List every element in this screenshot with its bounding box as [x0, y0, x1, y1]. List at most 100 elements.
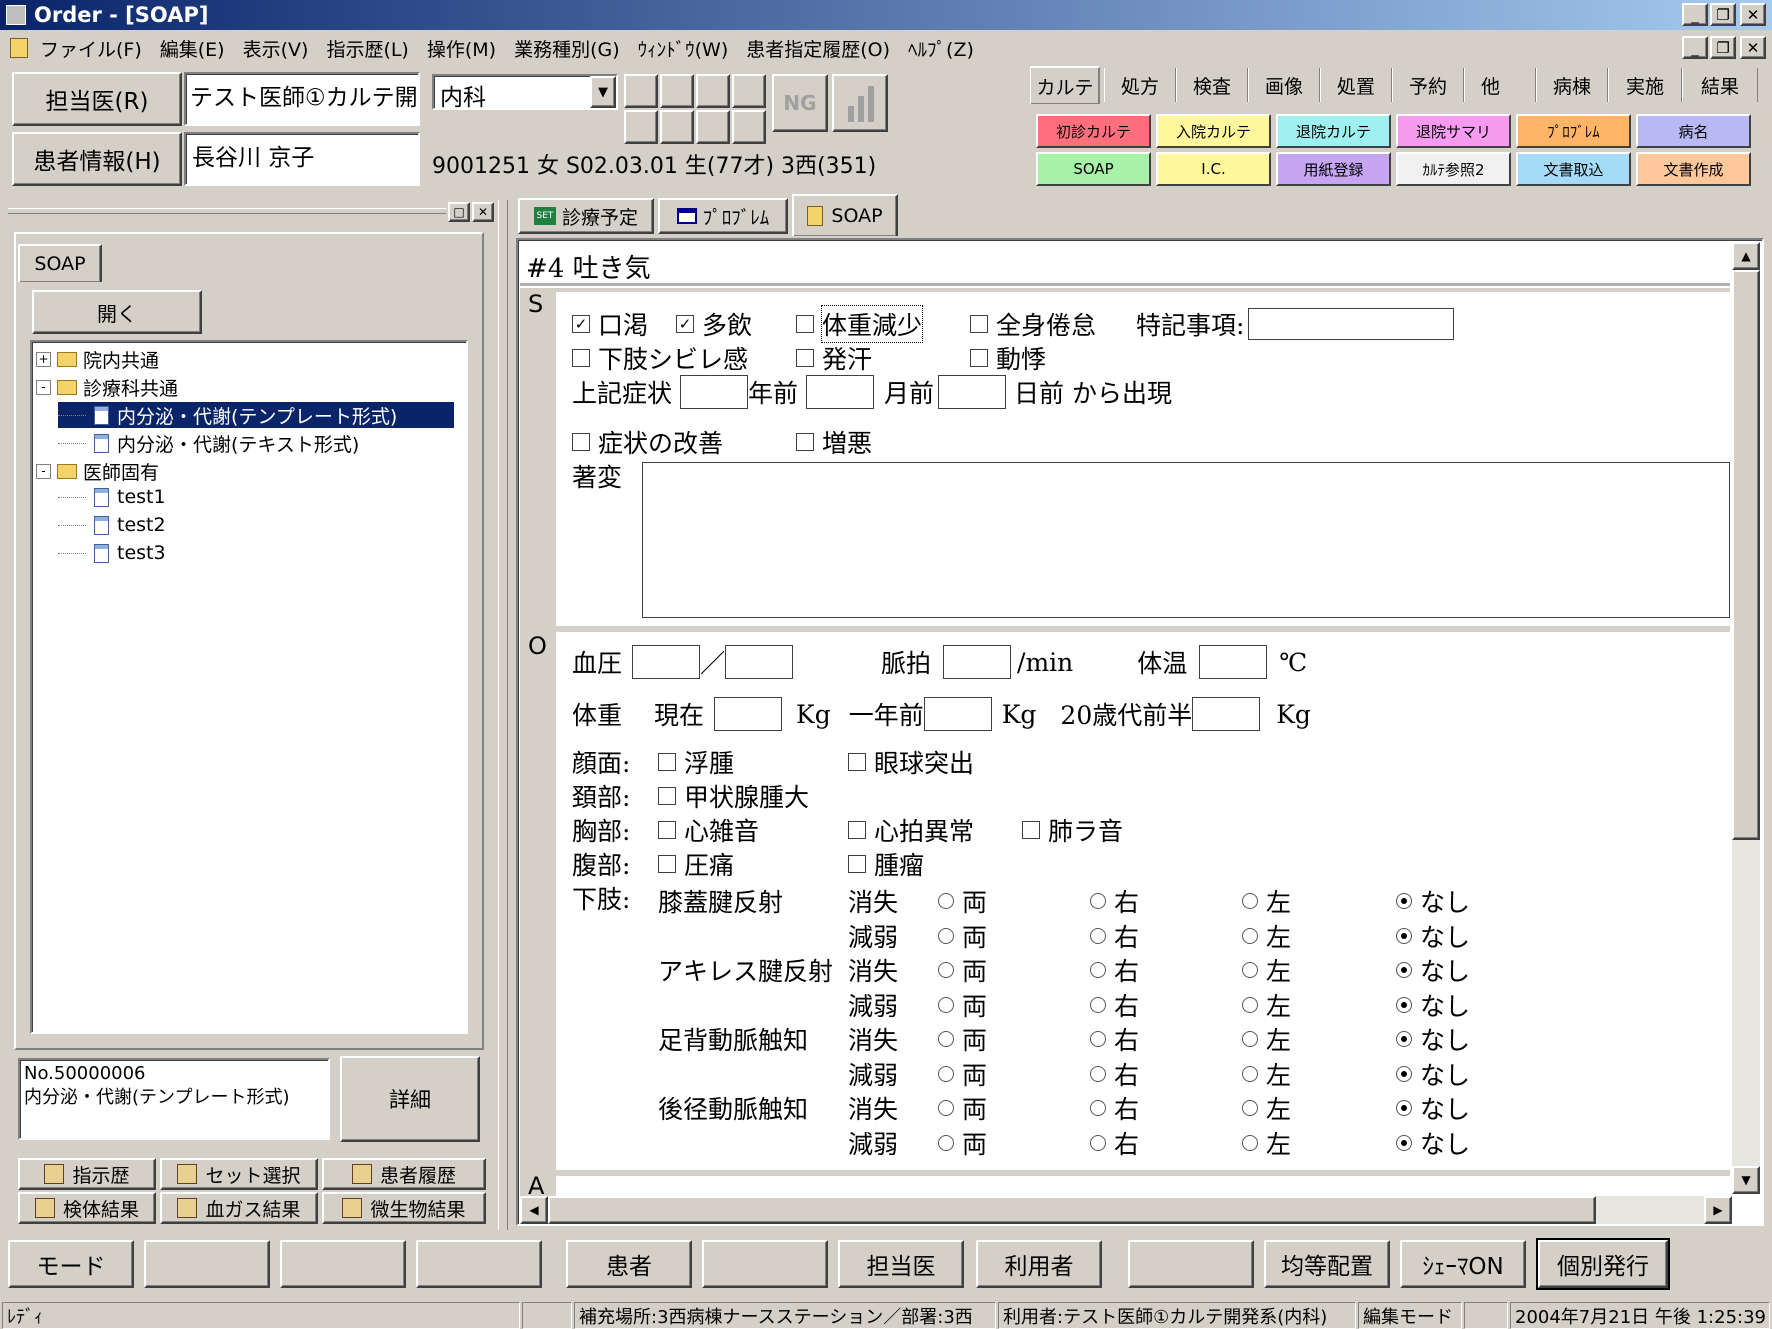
mdi-restore-button[interactable]: ❐	[1710, 36, 1736, 59]
toolbar-cell[interactable]	[660, 74, 694, 108]
left-button-blood-gas[interactable]: 血ガス結果	[160, 1192, 318, 1224]
panel-float-button[interactable]: □	[448, 202, 470, 222]
onset-years-input[interactable]	[680, 375, 749, 409]
radio-option[interactable]: 左	[1242, 1024, 1291, 1055]
radio-option[interactable]: 右	[1090, 1024, 1139, 1055]
expander-icon[interactable]: +	[36, 352, 51, 367]
radio-option[interactable]: 右	[1090, 921, 1139, 952]
radio-option[interactable]: 左	[1242, 886, 1291, 917]
open-button[interactable]: 開く	[32, 290, 202, 334]
radio-option[interactable]: なし	[1396, 1059, 1470, 1090]
function-button-7[interactable]: 担当医	[838, 1240, 964, 1288]
patient-name-field[interactable]: 長谷川 京子	[184, 132, 420, 186]
radio-option[interactable]: 両	[938, 955, 987, 986]
check-thirst[interactable]: ✓ 口渇	[572, 306, 676, 342]
tab-soap-left[interactable]: SOAP	[18, 244, 102, 282]
menu-file[interactable]: ファイル(F)	[40, 35, 142, 62]
karte-button-9[interactable]: ｶﾙﾃ参照2	[1396, 152, 1511, 186]
check-mass[interactable]: 腫瘤	[848, 846, 924, 882]
menu-window[interactable]: ｳｨﾝﾄﾞｳ(W)	[638, 35, 729, 62]
karte-button-5[interactable]: 病名	[1636, 114, 1751, 148]
chart-icon[interactable]	[832, 74, 888, 132]
karte-button-8[interactable]: 用紙登録	[1276, 152, 1391, 186]
tree-item[interactable]: - 診療科共通	[36, 374, 178, 401]
tab-other[interactable]: 他	[1464, 68, 1536, 102]
radio-option[interactable]: 両	[938, 990, 987, 1021]
left-button-specimen[interactable]: 検体結果	[18, 1192, 156, 1224]
scroll-right-button[interactable]: ▶	[1704, 1196, 1732, 1224]
radio-option[interactable]: 左	[1242, 955, 1291, 986]
karte-button-10[interactable]: 文書取込	[1516, 152, 1631, 186]
karte-button-0[interactable]: 初診カルテ	[1036, 114, 1151, 148]
radio-option[interactable]: 右	[1090, 886, 1139, 917]
left-button-clipboard[interactable]: 指示歴	[18, 1158, 156, 1190]
radio-option[interactable]: 左	[1242, 1059, 1291, 1090]
karte-button-4[interactable]: ﾌﾟﾛﾌﾞﾚﾑ	[1516, 114, 1631, 148]
toolbar-cell[interactable]	[624, 74, 658, 108]
tab-ward[interactable]: 病棟	[1536, 68, 1608, 102]
weight-20s-input[interactable]	[1192, 697, 1261, 731]
function-button-8[interactable]: 利用者	[976, 1240, 1102, 1288]
toolbar-cell[interactable]	[696, 110, 730, 144]
menu-history[interactable]: 指示歴(L)	[326, 35, 408, 62]
menu-patient-history[interactable]: 患者指定履歴(O)	[746, 35, 890, 62]
karte-button-1[interactable]: 入院カルテ	[1156, 114, 1271, 148]
menu-operation[interactable]: 操作(M)	[427, 35, 496, 62]
minimize-button[interactable]: _	[1682, 3, 1708, 26]
radio-option[interactable]: 右	[1090, 955, 1139, 986]
close-button[interactable]: ✕	[1740, 3, 1766, 26]
check-leg-numbness[interactable]: 下肢シビレ感	[572, 340, 796, 376]
tab-exam[interactable]: 検査	[1176, 68, 1248, 102]
tab-done[interactable]: 実施	[1608, 68, 1682, 102]
menu-edit[interactable]: 編集(E)	[160, 35, 225, 62]
check-sweating[interactable]: 発汗	[796, 340, 970, 376]
karte-button-6[interactable]: SOAP	[1036, 152, 1151, 186]
bp-systolic-input[interactable]	[632, 645, 701, 679]
onset-months-input[interactable]	[806, 375, 875, 409]
karte-button-11[interactable]: 文書作成	[1636, 152, 1751, 186]
radio-option[interactable]: 右	[1090, 990, 1139, 1021]
toolbar-cell[interactable]	[732, 110, 766, 144]
restore-button[interactable]: ❐	[1710, 3, 1736, 26]
radio-option[interactable]: なし	[1396, 886, 1470, 917]
patient-info-button[interactable]: 患者情報(H)	[12, 132, 182, 186]
check-goiter[interactable]: 甲状腺腫大	[658, 778, 809, 814]
detail-button[interactable]: 詳細	[340, 1056, 480, 1142]
tab-image[interactable]: 画像	[1248, 68, 1320, 102]
radio-option[interactable]: なし	[1396, 990, 1470, 1021]
check-edema[interactable]: 浮腫	[658, 744, 848, 780]
function-button-6[interactable]	[702, 1240, 828, 1288]
function-button-5[interactable]: 患者	[566, 1240, 692, 1288]
karte-button-2[interactable]: 退院カルテ	[1276, 114, 1391, 148]
onset-days-input[interactable]	[938, 375, 1007, 409]
radio-option[interactable]: なし	[1396, 955, 1470, 986]
tab-prescription[interactable]: 処方	[1104, 68, 1176, 102]
weight-now-input[interactable]	[714, 697, 783, 731]
tree-item[interactable]: + 院内共通	[36, 346, 159, 373]
check-exophthalmos[interactable]: 眼球突出	[848, 744, 974, 780]
remarks-textarea[interactable]	[642, 462, 1730, 618]
panel-close-button[interactable]: ✕	[472, 202, 494, 222]
tab-karte[interactable]: カルテ	[1030, 66, 1100, 104]
check-weight-loss[interactable]: 体重減少	[796, 305, 970, 343]
temp-input[interactable]	[1199, 645, 1268, 679]
tree-item[interactable]: test1	[58, 486, 166, 508]
department-select[interactable]: 内科 ▼	[432, 74, 618, 111]
function-button-10[interactable]: 均等配置	[1264, 1240, 1390, 1288]
radio-option[interactable]: 右	[1090, 1059, 1139, 1090]
menu-task-type[interactable]: 業務種別(G)	[514, 35, 620, 62]
scroll-up-button[interactable]: ▲	[1732, 242, 1760, 270]
radio-option[interactable]: なし	[1396, 1024, 1470, 1055]
radio-option[interactable]: 両	[938, 921, 987, 952]
radio-option[interactable]: 両	[938, 1059, 987, 1090]
check-tenderness[interactable]: 圧痛	[658, 846, 848, 882]
ng-icon[interactable]: NG	[772, 74, 828, 132]
radio-option[interactable]: 左	[1242, 990, 1291, 1021]
check-murmur[interactable]: 心雑音	[658, 812, 848, 848]
check-polydipsia[interactable]: ✓ 多飲	[676, 306, 796, 342]
toolbar-cell[interactable]	[660, 110, 694, 144]
radio-option[interactable]: なし	[1396, 921, 1470, 952]
function-button-9[interactable]	[1128, 1240, 1254, 1288]
tab-soap[interactable]: SOAP	[792, 194, 898, 236]
check-fatigue[interactable]: 全身倦怠	[970, 306, 1136, 342]
